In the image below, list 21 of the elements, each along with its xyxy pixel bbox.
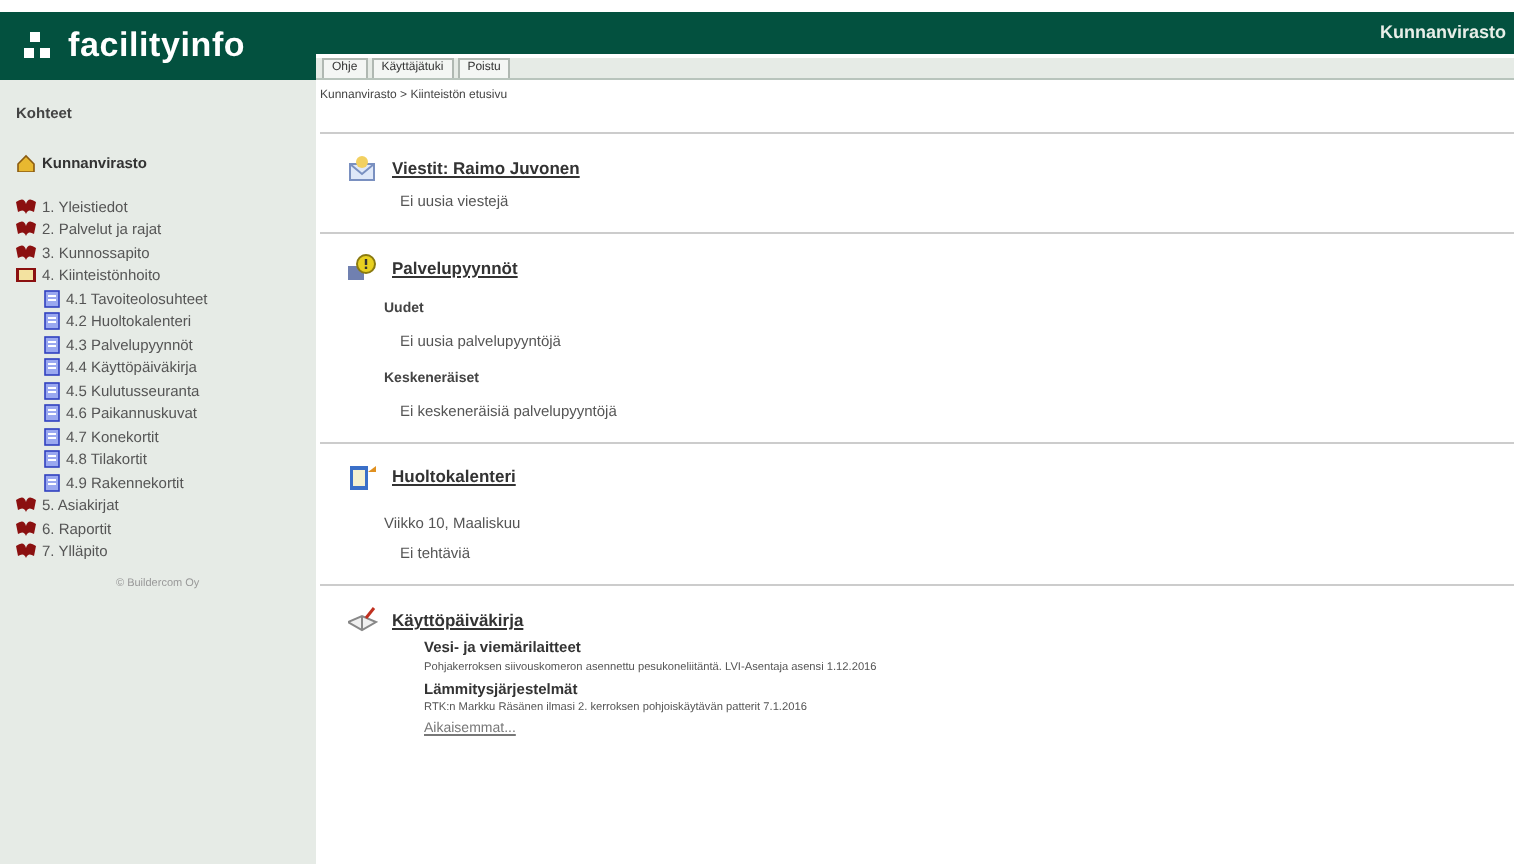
page-icon <box>44 381 60 400</box>
section-title-link[interactable]: Palvelupyynnöt <box>392 255 518 282</box>
section-title-link[interactable]: Käyttöpäiväkirja <box>392 607 524 634</box>
page-icon <box>44 289 60 308</box>
alert-icon <box>348 254 378 283</box>
page-icon <box>44 404 60 423</box>
calendar-icon <box>348 463 378 492</box>
page-icon <box>44 358 60 377</box>
house-icon <box>16 154 36 173</box>
page-icon <box>44 312 60 331</box>
section-title-link[interactable]: Huoltokalenteri <box>392 464 516 491</box>
page-icon <box>44 450 60 469</box>
page-icon <box>44 473 60 492</box>
page-icon <box>44 427 60 446</box>
site-name: Kunnanvirasto <box>1379 19 1506 46</box>
section-title-link[interactable]: Viestit: Raimo Juvonen <box>392 155 580 181</box>
logo-text: facilityinfo <box>68 24 246 69</box>
book-pen-icon <box>348 606 378 635</box>
logo-icon <box>24 32 56 60</box>
envelope-icon <box>348 154 378 182</box>
page-icon <box>44 335 60 354</box>
